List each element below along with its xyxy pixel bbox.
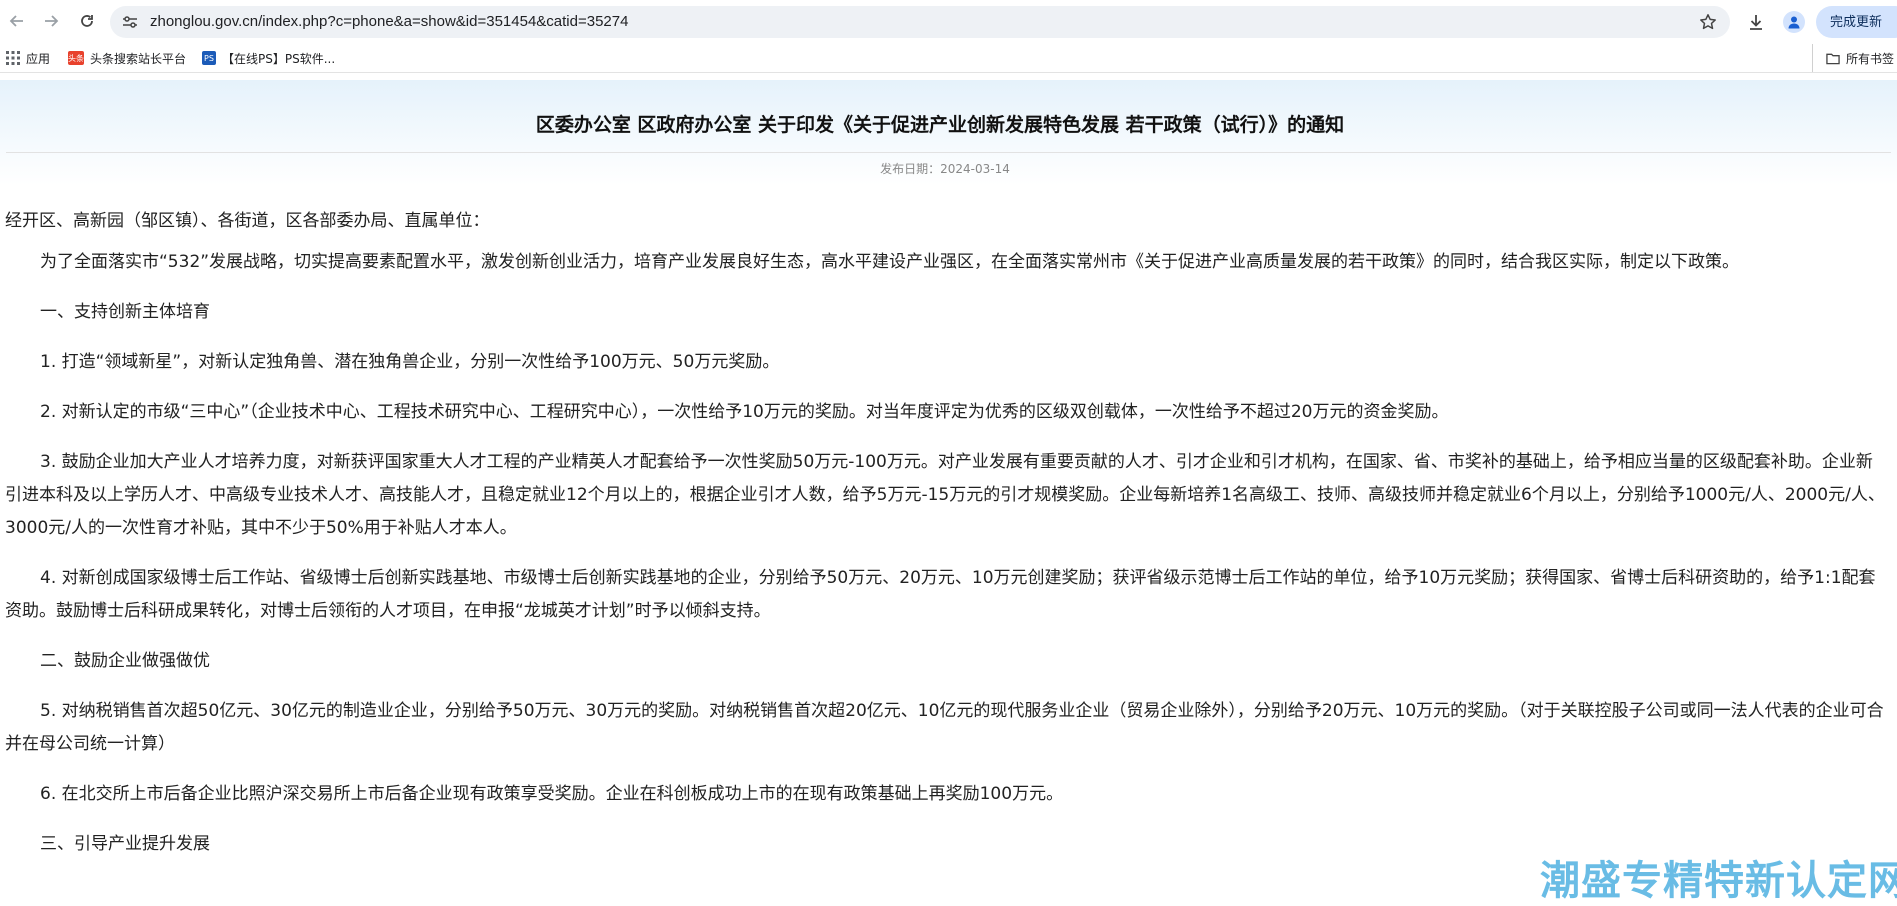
bookmark-apps-label: 应用 — [26, 51, 51, 66]
profile-button[interactable] — [1783, 11, 1805, 33]
section-heading: 一、支持创新主体培育 — [40, 302, 210, 322]
person-icon — [1788, 16, 1800, 29]
publish-date: 发布日期：2024-03-14 — [880, 162, 1010, 176]
site-info-button[interactable] — [122, 14, 138, 30]
address-bar[interactable]: zhonglou.gov.cn/index.php?c=phone&a=show… — [110, 6, 1730, 38]
arrow-right-icon — [45, 15, 59, 27]
reload-button[interactable] — [76, 10, 98, 32]
arrow-left-icon — [9, 15, 23, 27]
policy-item: 2. 对新认定的市级“三中心”（企业技术中心、工程技术研究中心、工程研究中心），… — [40, 402, 1449, 422]
addressee-paragraph: 经开区、高新园（邹区镇）、各街道，区各部委办局、直属单位： — [5, 211, 490, 231]
title-divider — [6, 152, 1891, 153]
document-title: 区委办公室 区政府办公室 关于印发《关于促进产业创新发展特色发展 若干政策（试行… — [535, 114, 1345, 136]
bookmark-toutiao-label: 头条搜索站长平台 — [90, 51, 187, 66]
section-heading: 二、鼓励企业做强做优 — [40, 651, 210, 671]
back-button[interactable] — [6, 10, 28, 32]
download-icon — [1750, 15, 1762, 30]
policy-item: 1. 打造“领域新星”，对新认定独角兽、潜在独角兽企业，分别一次性给予100万元… — [40, 352, 780, 372]
watermark-text: 潮盛专精特新认定网 — [1540, 858, 1897, 904]
bookmark-ps[interactable]: PS 【在线PS】PS软件... — [202, 44, 335, 72]
bookmark-star-button[interactable] — [1698, 12, 1718, 32]
update-button[interactable]: 完成更新 — [1816, 6, 1897, 38]
page-content: 区委办公室 区政府办公室 关于印发《关于促进产业创新发展特色发展 若干政策（试行… — [0, 80, 1897, 904]
policy-item: 6. 在北交所上市后备企业比照沪深交易所上市后备企业现有政策享受奖励。企业在科创… — [40, 784, 1064, 804]
ps-icon: PS — [202, 51, 216, 65]
policy-item: 4. 对新创成国家级博士后工作站、省级博士后创新实践基地、市级博士后创新实践基地… — [5, 568, 1876, 621]
tune-icon — [123, 16, 137, 28]
policy-item: 3. 鼓励企业加大产业人才培养力度，对新获评国家重大人才工程的产业精英人才配套给… — [5, 452, 1885, 538]
all-bookmarks[interactable]: 所有书签 — [1812, 44, 1894, 72]
policy-item: 5. 对纳税销售首次超50亿元、30亿元的制造业企业，分别给予50万元、30万元… — [5, 701, 1884, 754]
bookmark-ps-label: 【在线PS】PS软件... — [222, 51, 336, 66]
browser-toolbar: zhonglou.gov.cn/index.php?c=phone&a=show… — [0, 0, 1897, 45]
intro-paragraph: 为了全面落实市“532”发展战略，切实提高要素配置水平，激发创新创业活力，培育产… — [40, 252, 1740, 272]
article-body: 经开区、高新园（邹区镇）、各街道，区各部委办局、直属单位： 为了全面落实市“53… — [5, 205, 1887, 878]
folder-icon — [1826, 51, 1840, 65]
bookmarks-bar: 应用 头条 头条搜索站长平台 PS 【在线PS】PS软件... 所有书签 — [0, 44, 1897, 73]
star-icon — [1700, 14, 1716, 30]
bookmark-apps[interactable]: 应用 — [6, 44, 50, 72]
forward-button[interactable] — [40, 10, 62, 32]
bookmark-toutiao[interactable]: 头条 头条搜索站长平台 — [68, 44, 186, 72]
downloads-button[interactable] — [1744, 10, 1768, 34]
reload-icon — [81, 15, 93, 27]
apps-grid-icon — [6, 51, 20, 65]
all-bookmarks-label: 所有书签 — [1846, 51, 1895, 66]
toutiao-icon: 头条 — [68, 51, 84, 65]
url-text[interactable]: zhonglou.gov.cn/index.php?c=phone&a=show… — [150, 6, 628, 38]
